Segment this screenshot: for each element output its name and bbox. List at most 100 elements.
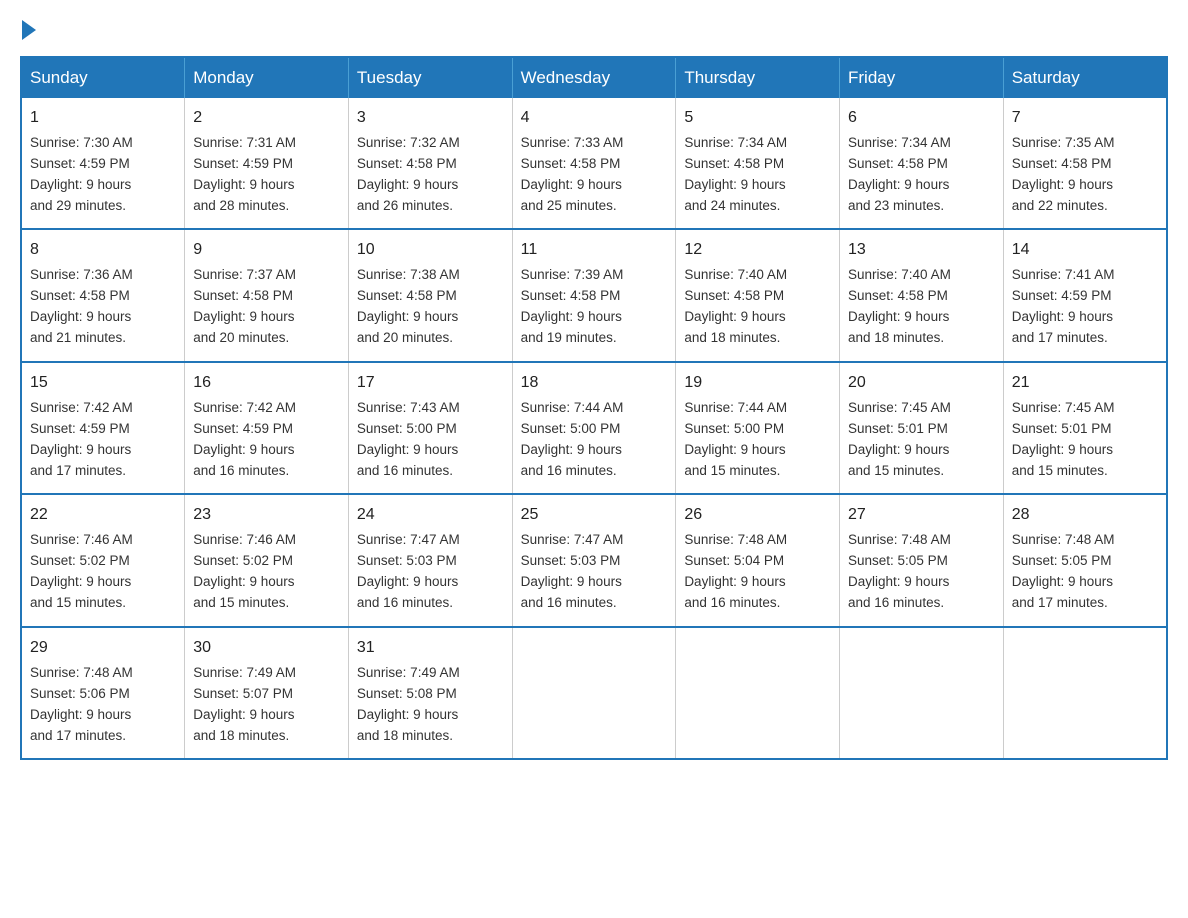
day-sunset: Sunset: 5:00 PM [684,421,784,436]
day-daylight-cont: and 18 minutes. [357,728,453,743]
day-daylight-cont: and 23 minutes. [848,198,944,213]
day-sunrise: Sunrise: 7:47 AM [521,532,624,547]
header-tuesday: Tuesday [348,57,512,98]
day-number: 1 [30,106,176,131]
day-daylight: Daylight: 9 hours [684,574,785,589]
day-sunrise: Sunrise: 7:37 AM [193,267,296,282]
day-sunset: Sunset: 4:58 PM [684,288,784,303]
day-cell: 24 Sunrise: 7:47 AM Sunset: 5:03 PM Dayl… [348,494,512,626]
day-cell: 27 Sunrise: 7:48 AM Sunset: 5:05 PM Dayl… [840,494,1004,626]
logo [20,20,36,36]
day-number: 7 [1012,106,1158,131]
day-daylight-cont: and 15 minutes. [848,463,944,478]
day-cell: 1 Sunrise: 7:30 AM Sunset: 4:59 PM Dayli… [21,98,185,229]
day-sunset: Sunset: 5:01 PM [848,421,948,436]
day-sunset: Sunset: 5:03 PM [357,553,457,568]
day-daylight: Daylight: 9 hours [521,309,622,324]
day-daylight-cont: and 17 minutes. [30,463,126,478]
logo-arrow-icon [22,20,36,40]
day-number: 22 [30,503,176,528]
day-sunrise: Sunrise: 7:49 AM [193,665,296,680]
day-number: 8 [30,238,176,263]
day-sunrise: Sunrise: 7:44 AM [521,400,624,415]
day-sunset: Sunset: 5:03 PM [521,553,621,568]
day-daylight: Daylight: 9 hours [357,177,458,192]
day-daylight: Daylight: 9 hours [193,177,294,192]
day-cell: 13 Sunrise: 7:40 AM Sunset: 4:58 PM Dayl… [840,229,1004,361]
day-daylight-cont: and 16 minutes. [848,595,944,610]
day-daylight-cont: and 29 minutes. [30,198,126,213]
day-number: 3 [357,106,504,131]
day-sunset: Sunset: 5:02 PM [193,553,293,568]
day-daylight-cont: and 16 minutes. [357,463,453,478]
day-daylight-cont: and 16 minutes. [357,595,453,610]
day-cell [512,627,676,759]
day-daylight: Daylight: 9 hours [193,707,294,722]
day-sunrise: Sunrise: 7:42 AM [30,400,133,415]
day-sunrise: Sunrise: 7:33 AM [521,135,624,150]
day-number: 9 [193,238,340,263]
day-daylight-cont: and 21 minutes. [30,330,126,345]
day-daylight-cont: and 20 minutes. [193,330,289,345]
day-daylight-cont: and 16 minutes. [193,463,289,478]
day-sunset: Sunset: 4:59 PM [193,156,293,171]
day-daylight: Daylight: 9 hours [30,309,131,324]
day-daylight-cont: and 26 minutes. [357,198,453,213]
day-number: 6 [848,106,995,131]
day-daylight: Daylight: 9 hours [684,177,785,192]
week-row-5: 29 Sunrise: 7:48 AM Sunset: 5:06 PM Dayl… [21,627,1167,759]
day-daylight-cont: and 15 minutes. [30,595,126,610]
day-daylight: Daylight: 9 hours [684,309,785,324]
calendar-table: SundayMondayTuesdayWednesdayThursdayFrid… [20,56,1168,760]
day-daylight: Daylight: 9 hours [357,707,458,722]
day-cell [840,627,1004,759]
header-wednesday: Wednesday [512,57,676,98]
day-sunrise: Sunrise: 7:34 AM [848,135,951,150]
day-daylight-cont: and 19 minutes. [521,330,617,345]
day-number: 2 [193,106,340,131]
day-sunset: Sunset: 4:59 PM [30,156,130,171]
day-daylight-cont: and 24 minutes. [684,198,780,213]
week-row-1: 1 Sunrise: 7:30 AM Sunset: 4:59 PM Dayli… [21,98,1167,229]
day-cell: 12 Sunrise: 7:40 AM Sunset: 4:58 PM Dayl… [676,229,840,361]
day-cell: 21 Sunrise: 7:45 AM Sunset: 5:01 PM Dayl… [1003,362,1167,494]
day-daylight-cont: and 18 minutes. [684,330,780,345]
day-daylight: Daylight: 9 hours [30,574,131,589]
day-sunrise: Sunrise: 7:43 AM [357,400,460,415]
day-number: 18 [521,371,668,396]
day-daylight-cont: and 22 minutes. [1012,198,1108,213]
day-daylight: Daylight: 9 hours [357,309,458,324]
day-cell: 7 Sunrise: 7:35 AM Sunset: 4:58 PM Dayli… [1003,98,1167,229]
day-daylight: Daylight: 9 hours [848,442,949,457]
day-daylight: Daylight: 9 hours [30,707,131,722]
header-saturday: Saturday [1003,57,1167,98]
day-daylight: Daylight: 9 hours [521,177,622,192]
day-number: 27 [848,503,995,528]
day-number: 20 [848,371,995,396]
day-daylight: Daylight: 9 hours [1012,442,1113,457]
day-daylight-cont: and 18 minutes. [193,728,289,743]
day-number: 14 [1012,238,1158,263]
day-cell: 16 Sunrise: 7:42 AM Sunset: 4:59 PM Dayl… [185,362,349,494]
day-cell: 11 Sunrise: 7:39 AM Sunset: 4:58 PM Dayl… [512,229,676,361]
day-sunset: Sunset: 5:00 PM [357,421,457,436]
day-daylight: Daylight: 9 hours [30,177,131,192]
day-sunset: Sunset: 4:58 PM [521,288,621,303]
day-daylight-cont: and 16 minutes. [684,595,780,610]
day-cell: 28 Sunrise: 7:48 AM Sunset: 5:05 PM Dayl… [1003,494,1167,626]
day-sunrise: Sunrise: 7:46 AM [193,532,296,547]
day-number: 13 [848,238,995,263]
day-daylight-cont: and 17 minutes. [1012,330,1108,345]
day-number: 11 [521,238,668,263]
day-number: 10 [357,238,504,263]
day-cell: 31 Sunrise: 7:49 AM Sunset: 5:08 PM Dayl… [348,627,512,759]
day-sunset: Sunset: 5:06 PM [30,686,130,701]
day-sunrise: Sunrise: 7:48 AM [684,532,787,547]
day-sunset: Sunset: 5:04 PM [684,553,784,568]
day-sunrise: Sunrise: 7:35 AM [1012,135,1115,150]
day-daylight-cont: and 16 minutes. [521,463,617,478]
week-row-4: 22 Sunrise: 7:46 AM Sunset: 5:02 PM Dayl… [21,494,1167,626]
day-sunrise: Sunrise: 7:48 AM [848,532,951,547]
day-sunset: Sunset: 4:58 PM [848,288,948,303]
day-cell: 20 Sunrise: 7:45 AM Sunset: 5:01 PM Dayl… [840,362,1004,494]
